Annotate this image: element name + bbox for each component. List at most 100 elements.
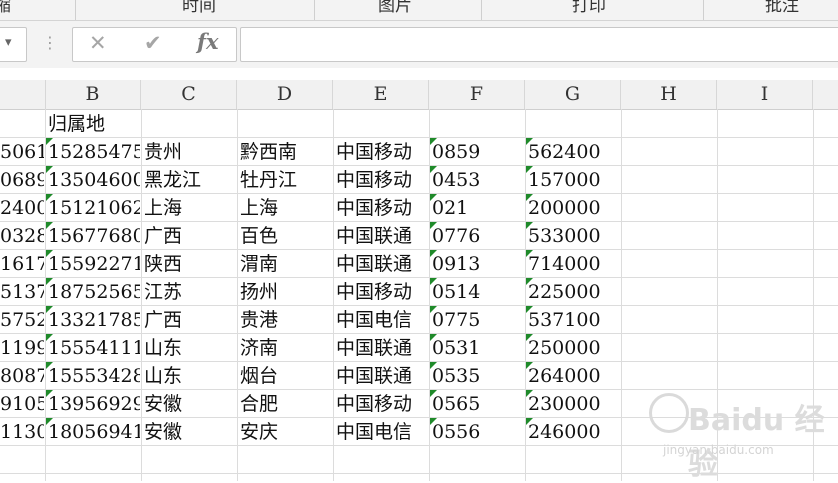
cell-f[interactable]: 021 [432, 193, 524, 221]
text-number-indicator-icon [526, 250, 533, 257]
cell-e[interactable]: 中国电信 [336, 305, 428, 333]
cell-f[interactable]: 0775 [432, 305, 524, 333]
cell-c[interactable]: 安徽 [144, 417, 236, 445]
cell-a[interactable]: 8087 [0, 361, 44, 389]
cell-g[interactable]: 157000 [528, 165, 620, 193]
cell-g[interactable]: 562400 [528, 137, 620, 165]
text-number-indicator-icon [46, 278, 53, 285]
cell-b[interactable]: 15592271( [48, 249, 140, 277]
column-header-h[interactable]: H [621, 80, 717, 109]
cell-f[interactable]: 0453 [432, 165, 524, 193]
cell-a[interactable]: 0328 [0, 221, 44, 249]
cell-c[interactable]: 上海 [144, 193, 236, 221]
cell-g[interactable]: 264000 [528, 361, 620, 389]
cell-a[interactable]: 5137 [0, 277, 44, 305]
cell-d[interactable]: 烟台 [240, 361, 332, 389]
formula-input[interactable] [240, 27, 838, 62]
cell-b[interactable]: 15677680: [48, 221, 140, 249]
cell-d[interactable]: 渭南 [240, 249, 332, 277]
cell-d[interactable]: 扬州 [240, 277, 332, 305]
cell-e[interactable]: 中国移动 [336, 165, 428, 193]
cell-e[interactable]: 中国联通 [336, 361, 428, 389]
cell-e[interactable]: 中国移动 [336, 137, 428, 165]
cell-b[interactable]: 15553428( [48, 361, 140, 389]
cell-g[interactable]: 200000 [528, 193, 620, 221]
cell-g[interactable]: 714000 [528, 249, 620, 277]
cell-a[interactable]: 1130 [0, 417, 44, 445]
cell-b[interactable]: 归属地 [48, 109, 140, 137]
cell-b[interactable]: 18056941: [48, 417, 140, 445]
column-header-f[interactable]: F [429, 80, 525, 109]
cell-f[interactable]: 0859 [432, 137, 524, 165]
cell-d[interactable]: 牡丹江 [240, 165, 332, 193]
cell-e[interactable]: 中国移动 [336, 193, 428, 221]
cell-d[interactable]: 上海 [240, 193, 332, 221]
cell-f[interactable]: 0776 [432, 221, 524, 249]
cell-a[interactable]: 2400 [0, 193, 44, 221]
name-box[interactable]: ▾ [0, 27, 27, 62]
cell-e[interactable]: 中国移动 [336, 389, 428, 417]
cell-b[interactable]: 13504600( [48, 165, 140, 193]
column-header-a[interactable] [0, 80, 46, 109]
cell-f[interactable]: 0535 [432, 361, 524, 389]
cell-c[interactable]: 广西 [144, 305, 236, 333]
column-header-b[interactable]: B [45, 80, 141, 109]
cell-c[interactable]: 广西 [144, 221, 236, 249]
insert-function-icon[interactable]: fx [197, 29, 219, 54]
cell-b[interactable]: 15554111: [48, 333, 140, 361]
text-number-indicator-icon [526, 166, 533, 173]
cell-f[interactable]: 0514 [432, 277, 524, 305]
chevron-down-icon[interactable]: ▾ [5, 35, 12, 50]
cell-d[interactable]: 安庆 [240, 417, 332, 445]
cell-g[interactable]: 250000 [528, 333, 620, 361]
text-number-indicator-icon [430, 222, 437, 229]
cell-g[interactable]: 246000 [528, 417, 620, 445]
cell-e[interactable]: 中国联通 [336, 221, 428, 249]
drag-handle-icon[interactable]: ⋮ [42, 33, 58, 52]
ribbon-group-label: 缩 [0, 0, 11, 16]
cell-c[interactable]: 江苏 [144, 277, 236, 305]
cell-a[interactable]: 5752 [0, 305, 44, 333]
cell-g[interactable]: 537100 [528, 305, 620, 333]
cell-c[interactable]: 山东 [144, 333, 236, 361]
cell-d[interactable]: 合肥 [240, 389, 332, 417]
cell-f[interactable]: 0565 [432, 389, 524, 417]
text-number-indicator-icon [526, 306, 533, 313]
cell-f[interactable]: 0913 [432, 249, 524, 277]
cell-b[interactable]: 13956929: [48, 389, 140, 417]
cell-f[interactable]: 0556 [432, 417, 524, 445]
cell-e[interactable]: 中国电信 [336, 417, 428, 445]
cell-e[interactable]: 中国联通 [336, 249, 428, 277]
cell-e[interactable]: 中国移动 [336, 277, 428, 305]
cell-c[interactable]: 陕西 [144, 249, 236, 277]
cell-c[interactable]: 黑龙江 [144, 165, 236, 193]
column-header-g[interactable]: G [525, 80, 621, 109]
cell-a[interactable]: 1617 [0, 249, 44, 277]
cell-g[interactable]: 533000 [528, 221, 620, 249]
cancel-icon[interactable]: ✕ [89, 31, 107, 55]
confirm-icon[interactable]: ✔ [144, 31, 162, 55]
cell-b[interactable]: 15285475( [48, 137, 140, 165]
cell-g[interactable]: 225000 [528, 277, 620, 305]
cell-f[interactable]: 0531 [432, 333, 524, 361]
column-header-e[interactable]: E [333, 80, 429, 109]
cell-b[interactable]: 18752565: [48, 277, 140, 305]
column-header-c[interactable]: C [141, 80, 237, 109]
cell-a[interactable]: 1199 [0, 333, 44, 361]
column-header-i[interactable]: I [717, 80, 813, 109]
cell-c[interactable]: 山东 [144, 361, 236, 389]
cell-b[interactable]: 13321785′ [48, 305, 140, 333]
cell-b[interactable]: 15121062↓ [48, 193, 140, 221]
cell-a[interactable]: 5061 [0, 137, 44, 165]
column-header-d[interactable]: D [237, 80, 333, 109]
cell-d[interactable]: 百色 [240, 221, 332, 249]
cell-a[interactable]: 0689 [0, 165, 44, 193]
cell-g[interactable]: 230000 [528, 389, 620, 417]
cell-e[interactable]: 中国联通 [336, 333, 428, 361]
cell-a[interactable]: 9105 [0, 389, 44, 417]
cell-d[interactable]: 贵港 [240, 305, 332, 333]
cell-d[interactable]: 济南 [240, 333, 332, 361]
cell-c[interactable]: 贵州 [144, 137, 236, 165]
cell-c[interactable]: 安徽 [144, 389, 236, 417]
cell-d[interactable]: 黔西南 [240, 137, 332, 165]
